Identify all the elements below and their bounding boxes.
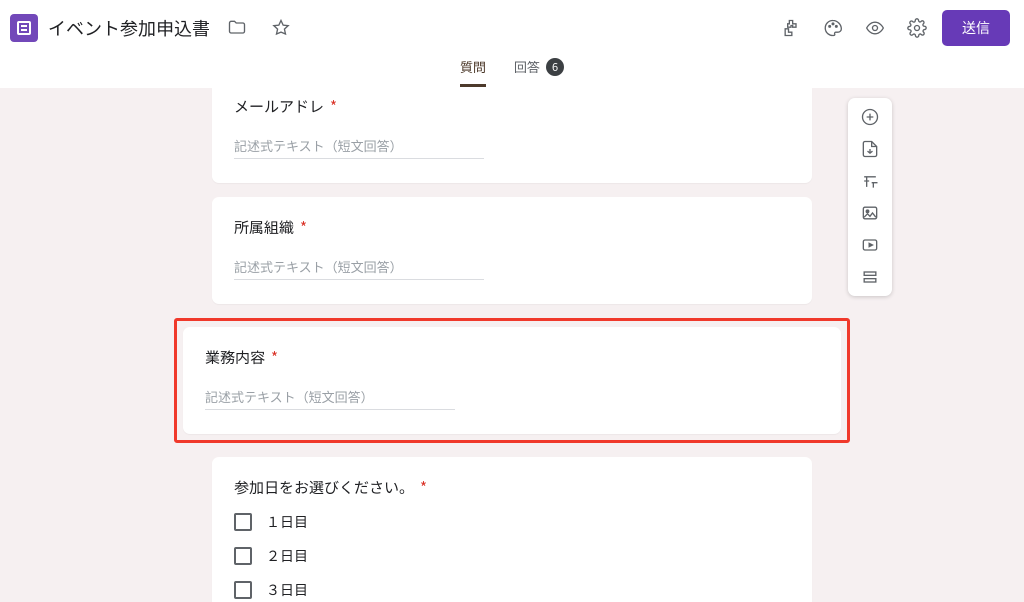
question-label: 業務内容 (205, 347, 265, 368)
appbar: イベント参加申込書 送信 (0, 0, 1024, 55)
tab-questions[interactable]: 質問 (460, 57, 486, 87)
question-label: 参加日をお選びください。 (234, 477, 414, 498)
checkbox-label: １日目 (266, 512, 308, 532)
work-area: メールアドレ * 所属組織 * (0, 88, 1024, 602)
question-card-org[interactable]: 所属組織 * (212, 197, 812, 304)
add-title-icon[interactable] (852, 166, 888, 196)
tab-questions-label: 質問 (460, 57, 486, 76)
question-card-job[interactable]: 業務内容 * (183, 327, 841, 434)
short-answer-input[interactable] (205, 386, 455, 410)
settings-icon[interactable] (900, 11, 934, 45)
checkbox-icon[interactable] (234, 581, 252, 599)
responses-count-badge: 6 (546, 58, 564, 76)
import-questions-icon[interactable] (852, 134, 888, 164)
tab-responses[interactable]: 回答 6 (514, 57, 564, 87)
send-button[interactable]: 送信 (942, 10, 1010, 46)
tab-responses-label: 回答 (514, 57, 540, 76)
checkbox-option[interactable]: ３日目 (234, 580, 790, 600)
addons-icon[interactable] (774, 11, 808, 45)
add-video-icon[interactable] (852, 230, 888, 260)
preview-icon[interactable] (858, 11, 892, 45)
tab-row: 質問 回答 6 (0, 55, 1024, 88)
highlight-job-question: 業務内容 * (174, 318, 850, 443)
question-card-days[interactable]: 参加日をお選びください。 * １日目 ２日目 ３日目 (212, 457, 812, 602)
question-label: 所属組織 (234, 217, 294, 238)
checkbox-option[interactable]: １日目 (234, 512, 790, 532)
question-toolbar (848, 98, 892, 296)
short-answer-input[interactable] (234, 256, 484, 280)
short-answer-input[interactable] (234, 135, 484, 159)
checkbox-label: ２日目 (266, 546, 308, 566)
required-asterisk: * (300, 217, 307, 238)
form-title[interactable]: イベント参加申込書 (48, 15, 210, 41)
add-question-icon[interactable] (852, 102, 888, 132)
add-image-icon[interactable] (852, 198, 888, 228)
checkbox-icon[interactable] (234, 547, 252, 565)
required-asterisk: * (330, 96, 337, 117)
checkbox-option[interactable]: ２日目 (234, 546, 790, 566)
star-icon[interactable] (264, 11, 298, 45)
required-asterisk: * (271, 347, 278, 368)
add-section-icon[interactable] (852, 262, 888, 292)
forms-logo (10, 14, 38, 42)
folder-icon[interactable] (220, 11, 254, 45)
checkbox-icon[interactable] (234, 513, 252, 531)
checkbox-label: ３日目 (266, 580, 308, 600)
required-asterisk: * (420, 477, 427, 498)
question-label: メールアドレ (234, 96, 324, 117)
question-card-email[interactable]: メールアドレ * (212, 88, 812, 183)
palette-icon[interactable] (816, 11, 850, 45)
